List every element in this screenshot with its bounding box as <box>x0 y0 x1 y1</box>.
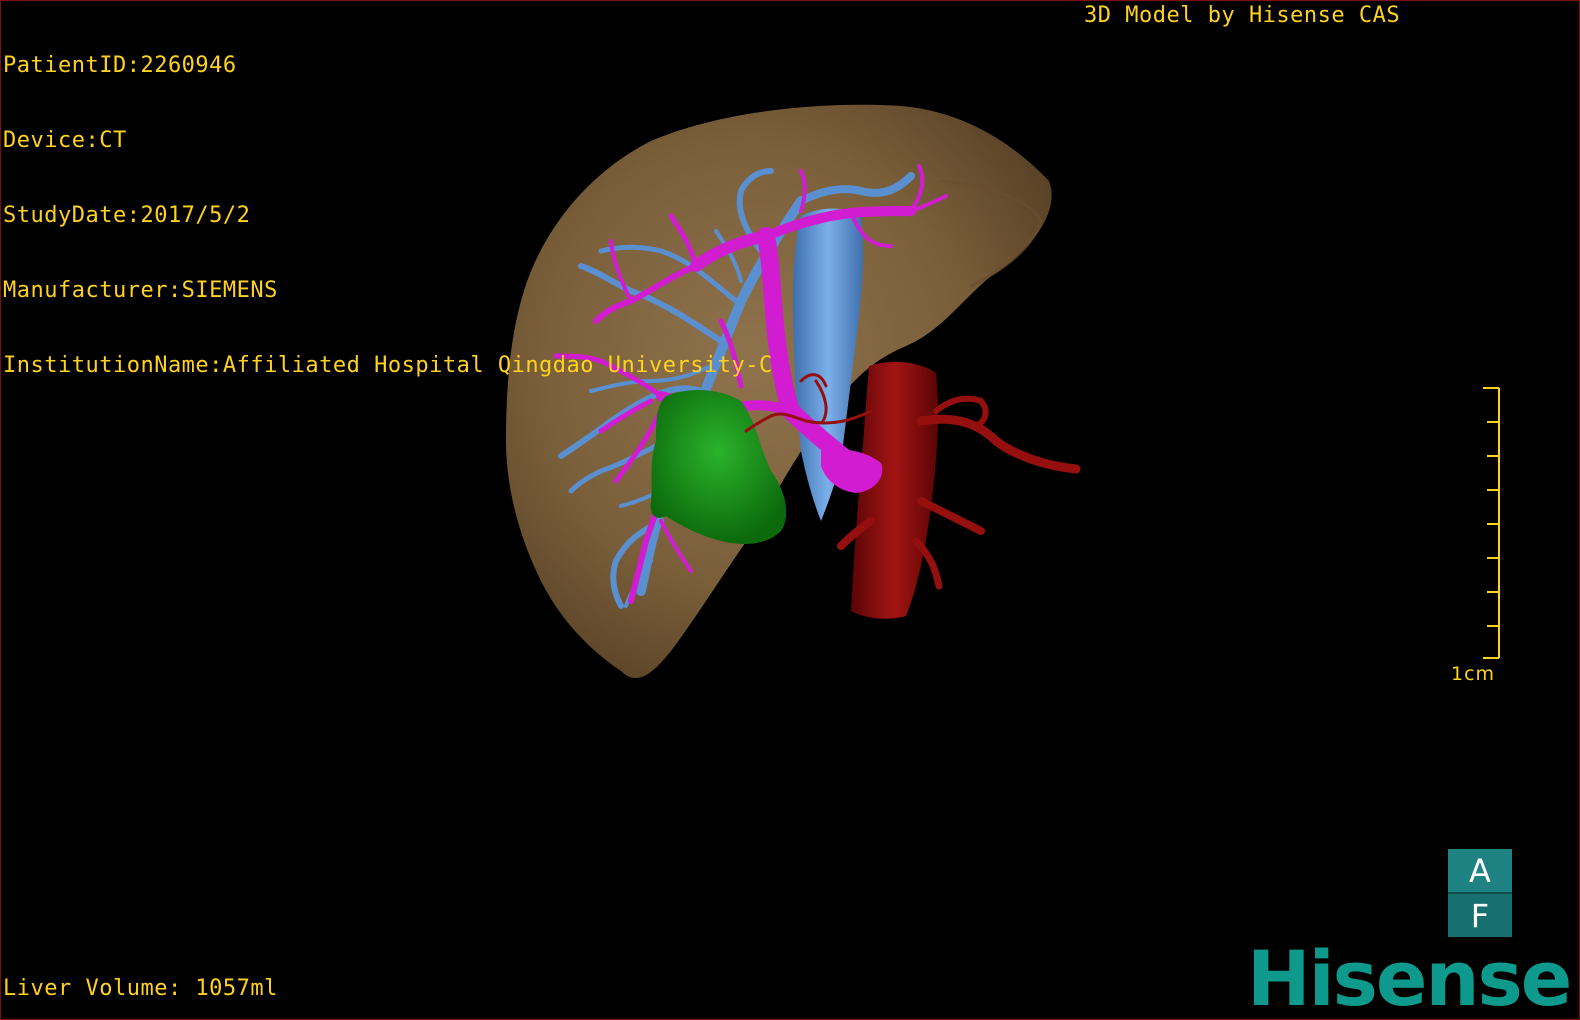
liver-volume-text: Liver Volume: 1057ml <box>3 976 278 1001</box>
patient-info-overlay: PatientID:2260946 Device:CT StudyDate:20… <box>3 3 773 428</box>
render-viewport[interactable]: PatientID:2260946 Device:CT StudyDate:20… <box>0 0 1580 1020</box>
model-credit-text: 3D Model by Hisense CAS <box>1084 3 1401 28</box>
institution-text: InstitutionName:Affiliated Hospital Qing… <box>3 353 773 378</box>
hisense-logo: Hisense <box>1247 934 1572 1020</box>
orientation-face-anterior[interactable]: A <box>1448 849 1512 894</box>
patient-id-text: PatientID:2260946 <box>3 53 237 78</box>
scale-bar-label: 1cm <box>1451 663 1496 685</box>
scale-bar-icon <box>1483 387 1500 659</box>
study-date-text: StudyDate:2017/5/2 <box>3 203 251 228</box>
manufacturer-text: Manufacturer:SIEMENS <box>3 278 278 303</box>
device-text: Device:CT <box>3 128 127 153</box>
orientation-face-foot[interactable]: F <box>1448 894 1512 937</box>
orientation-cube-icon[interactable]: A F <box>1448 849 1512 937</box>
